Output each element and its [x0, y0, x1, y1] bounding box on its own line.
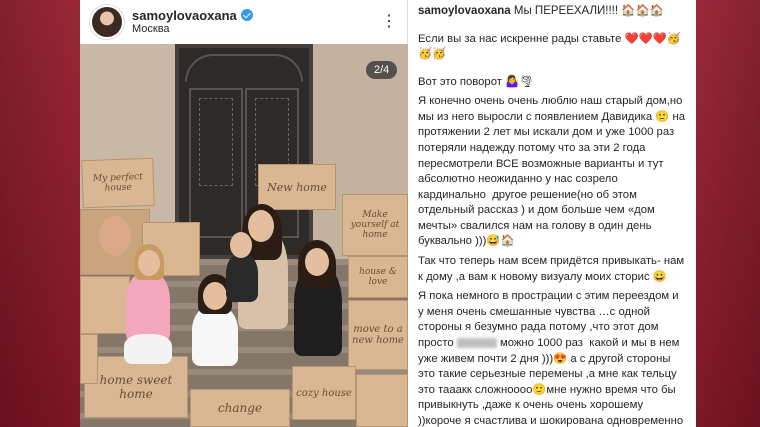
- post-photo[interactable]: My perfect house New home Make yourself …: [80, 44, 408, 427]
- username[interactable]: samoylovaoxana: [132, 8, 237, 24]
- post-header: samoylovaoxana Москва ⋮: [80, 0, 407, 44]
- box-label: My perfect house: [81, 157, 155, 209]
- box-label: home sweet home: [84, 356, 188, 418]
- box-plain: [80, 276, 130, 334]
- slide-counter: 2/4: [366, 61, 398, 79]
- box-label: house & love: [348, 256, 408, 298]
- caption-paragraph: Я пока немного в прострации с этим перее…: [418, 289, 686, 427]
- box-label: cozy house: [292, 366, 356, 420]
- girl-left-face: [138, 250, 160, 276]
- user-block: samoylovaoxana Москва: [132, 8, 373, 37]
- instagram-post: samoylovaoxana Москва ⋮ My perfect house…: [80, 0, 696, 427]
- caption-paragraph: Я конечно очень очень люблю наш старый д…: [418, 95, 689, 248]
- door-arch: [185, 54, 303, 82]
- box-plain: [356, 374, 408, 427]
- mother-face: [248, 210, 274, 242]
- girl-right-face: [305, 248, 329, 276]
- box-plain: [80, 334, 98, 384]
- censored-word: [456, 337, 497, 348]
- boy-face: [230, 232, 252, 258]
- box-label: New home: [258, 164, 336, 210]
- door-panel-left: [189, 88, 243, 238]
- caption-paragraph: Так что теперь нам всем придётся привыка…: [418, 255, 688, 283]
- caption-username[interactable]: samoylovaoxana: [418, 5, 511, 17]
- box-label: move to a new home: [348, 300, 408, 370]
- girl-middle: [192, 306, 238, 366]
- caption-header: samoylovaoxana Мы ПЕРЕЕХАЛИ!!!! 🏠🏠🏠: [418, 4, 686, 20]
- background-left-panel: [0, 0, 82, 427]
- box-label: Make yourself at home: [342, 194, 408, 256]
- box-label: change: [190, 389, 290, 427]
- more-vertical-icon[interactable]: ⋮: [381, 14, 397, 30]
- caption-column: samoylovaoxana Мы ПЕРЕЕХАЛИ!!!! 🏠🏠🏠 Если…: [408, 0, 696, 427]
- caption-text-part: можно 1000 раз какой и мы в нем уже живе…: [418, 336, 684, 427]
- face-print: [99, 216, 131, 256]
- user-row: samoylovaoxana: [132, 8, 373, 24]
- location[interactable]: Москва: [132, 23, 373, 36]
- avatar[interactable]: [90, 5, 124, 39]
- caption-title: Мы ПЕРЕЕХАЛИ!!!! 🏠🏠🏠: [513, 5, 665, 17]
- caption-paragraph: Если вы за нас искренне рады ставьте ❤️❤…: [418, 32, 684, 61]
- caption-paragraph: Вот это поворот 🤷‍♀️🌪: [418, 75, 534, 88]
- girl-left: [126, 272, 170, 342]
- girl-middle-face: [203, 282, 227, 310]
- media-column: samoylovaoxana Москва ⋮ My perfect house…: [80, 0, 408, 427]
- girl-left-legs: [124, 334, 172, 364]
- boy: [226, 254, 258, 302]
- verified-badge-icon: [240, 9, 253, 22]
